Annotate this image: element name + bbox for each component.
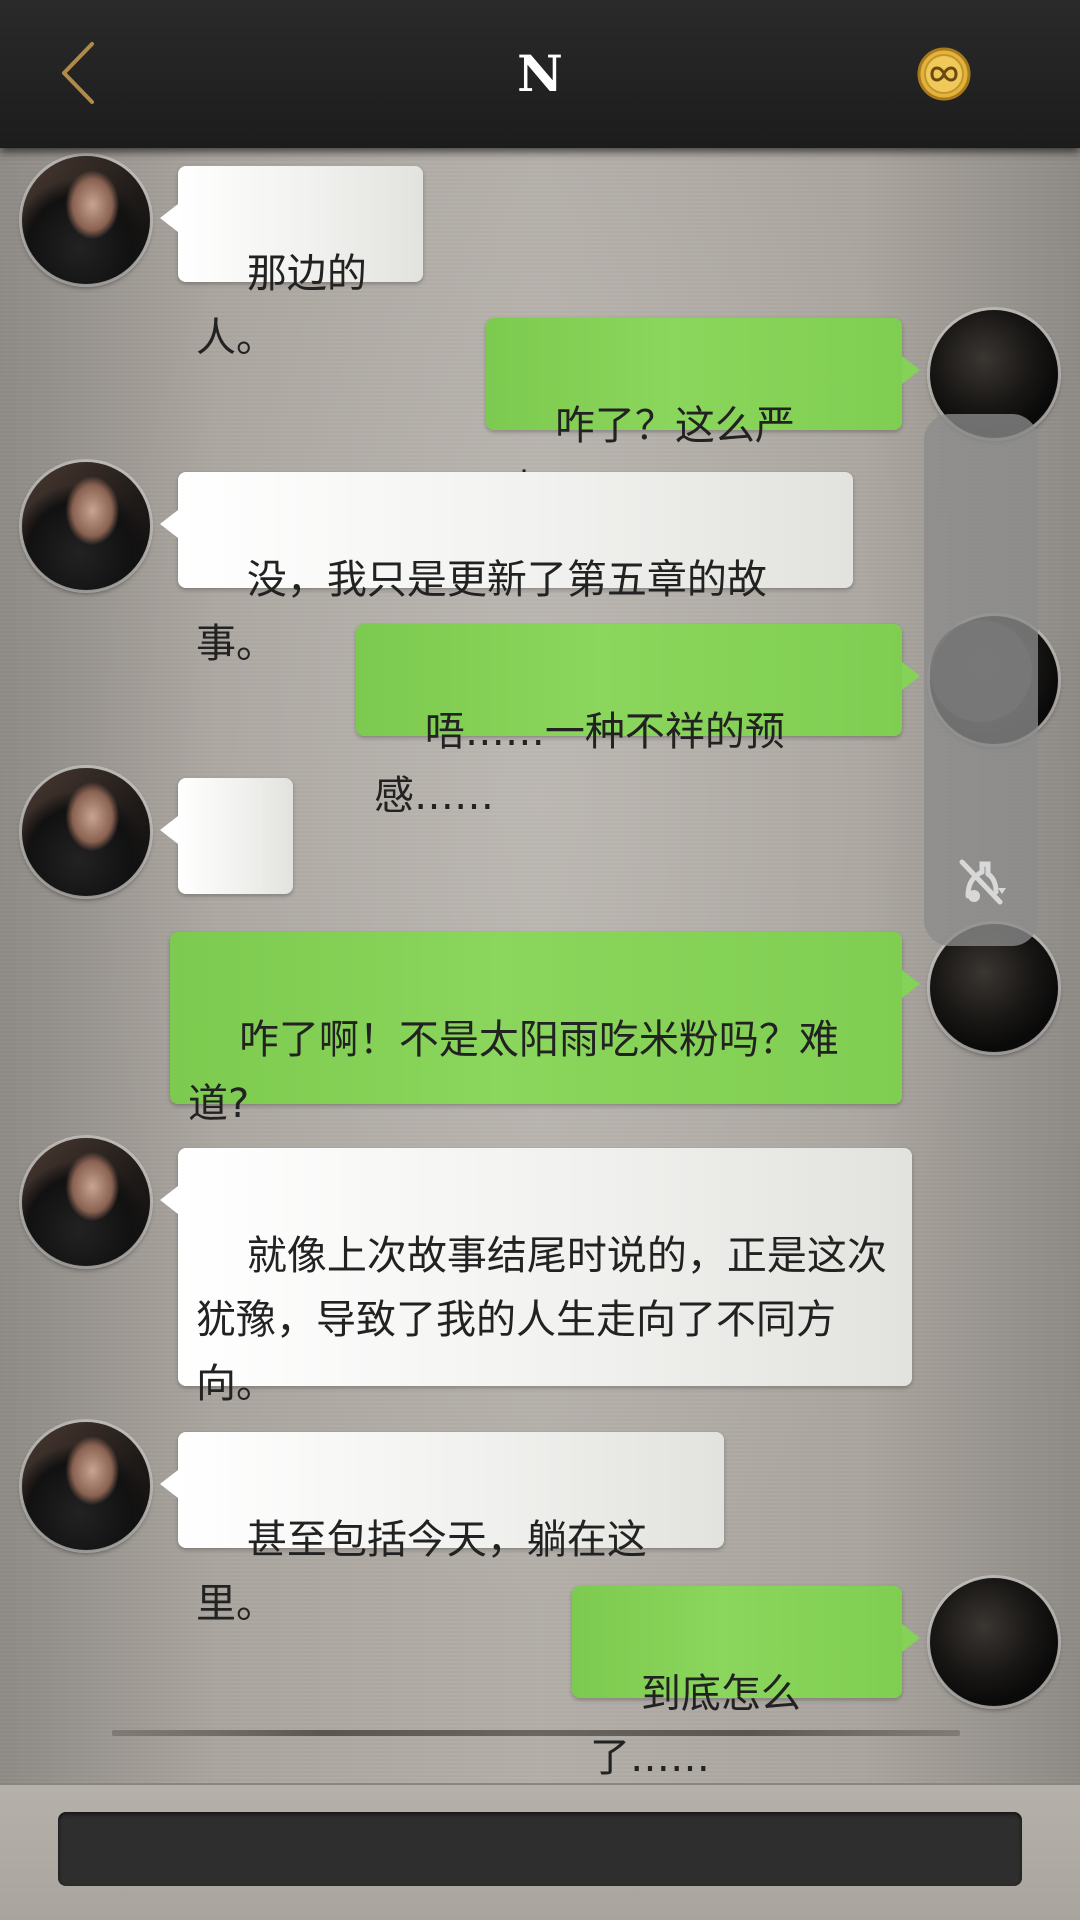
message-text: 那边的人。 (196, 251, 367, 361)
message-outgoing[interactable]: 唔……一种不祥的预感…… (356, 624, 920, 819)
mute-assistant-icon (959, 859, 1006, 905)
message-text: 到底怎么了…… (590, 1671, 801, 1781)
contact-avatar[interactable] (22, 462, 150, 590)
message-input[interactable] (58, 1812, 1022, 1886)
message-outgoing[interactable]: 咋了？这么严肃…… (486, 318, 920, 513)
infinity-coin-icon (917, 47, 971, 101)
contact-avatar[interactable] (22, 768, 150, 896)
message-incoming[interactable]: 没，我只是更新了第五章的故事。 (160, 472, 853, 667)
header-bar: N (0, 0, 1080, 148)
chat-area[interactable]: 那边的人。 咋了？这么严肃…… 没，我只是更新了第五章的故事。 唔……一种不祥的… (0, 148, 1080, 1783)
message-incoming[interactable]: 那边的人。 (160, 166, 423, 361)
contact-avatar[interactable] (22, 1422, 150, 1550)
message-incoming[interactable]: 就像上次故事结尾时说的，正是这次 犹豫，导致了我的人生走向了不同方 向。 (160, 1148, 912, 1407)
message-text: 咋了啊！不是太阳雨吃米粉吗？难 道? (188, 1017, 839, 1127)
message-text: 唔……一种不祥的预感…… (374, 709, 785, 819)
coin-button[interactable] (914, 44, 974, 104)
bottom-bar (0, 1783, 1080, 1920)
mute-assistant-button[interactable] (952, 852, 1010, 910)
message-incoming[interactable]: 甚至包括今天，躺在这里。 (160, 1432, 724, 1627)
message-text: 就像上次故事结尾时说的，正是这次 犹豫，导致了我的人生走向了不同方 向。 (196, 1233, 887, 1407)
floating-assistant-panel[interactable] (924, 414, 1038, 946)
message-outgoing[interactable]: 到底怎么了…… (572, 1586, 920, 1781)
my-avatar[interactable] (930, 1578, 1058, 1706)
divider (112, 1730, 960, 1736)
floating-drag-handle[interactable] (930, 620, 1032, 722)
message-incoming[interactable]: …… (160, 778, 293, 973)
contact-avatar[interactable] (22, 1138, 150, 1266)
contact-avatar[interactable] (22, 156, 150, 284)
message-outgoing[interactable]: 咋了啊！不是太阳雨吃米粉吗？难 道? (170, 932, 920, 1127)
